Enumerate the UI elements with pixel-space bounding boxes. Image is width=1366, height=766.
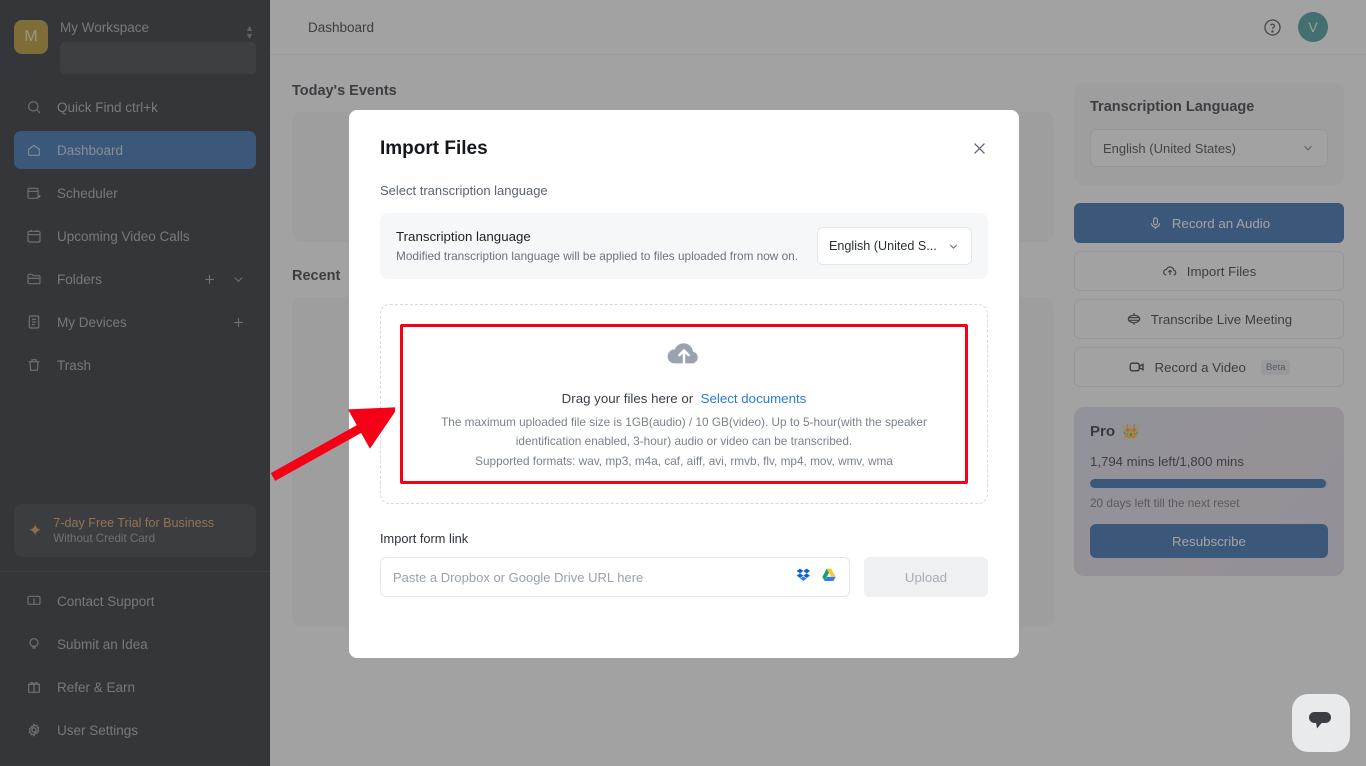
close-icon[interactable] [971, 140, 988, 157]
cloud-upload-icon [664, 337, 704, 374]
import-form-link-label: Import form link [380, 531, 469, 546]
import-url-input[interactable] [393, 569, 788, 585]
import-url-field[interactable] [380, 557, 850, 597]
google-drive-icon[interactable] [821, 567, 837, 588]
select-documents-link[interactable]: Select documents [701, 391, 807, 406]
chat-bubble-icon [1307, 709, 1335, 738]
import-files-dialog: Import Files Select transcription langua… [349, 110, 1019, 658]
dropzone-size-limits: The maximum uploaded file size is 1GB(au… [441, 415, 927, 448]
transcription-language-row-desc: Modified transcription language will be … [396, 249, 798, 263]
modal-language-select[interactable]: English (United S... [817, 227, 972, 265]
dropzone-prompt: Drag your files here or [561, 391, 694, 406]
dropzone-supported-formats: Supported formats: wav, mp3, m4a, caf, a… [475, 454, 893, 468]
upload-button[interactable]: Upload [864, 557, 988, 597]
dropzone-highlight[interactable]: Drag your files here or Select documents… [400, 324, 968, 484]
dialog-subtitle: Select transcription language [380, 183, 548, 198]
transcription-language-row-title: Transcription language [396, 229, 531, 244]
transcription-language-row: Transcription language Modified transcri… [380, 213, 988, 279]
chevron-down-icon [947, 240, 960, 253]
dropbox-icon[interactable] [796, 567, 812, 588]
annotation-arrow [270, 407, 395, 481]
chat-widget-button[interactable] [1292, 694, 1350, 752]
app-root: M My Workspace ▲▼ Quick Find ctrl+k [0, 0, 1366, 766]
modal-language-value: English (United S... [829, 239, 937, 253]
dialog-title: Import Files [380, 138, 488, 159]
dropzone-container[interactable]: Drag your files here or Select documents… [380, 304, 988, 504]
